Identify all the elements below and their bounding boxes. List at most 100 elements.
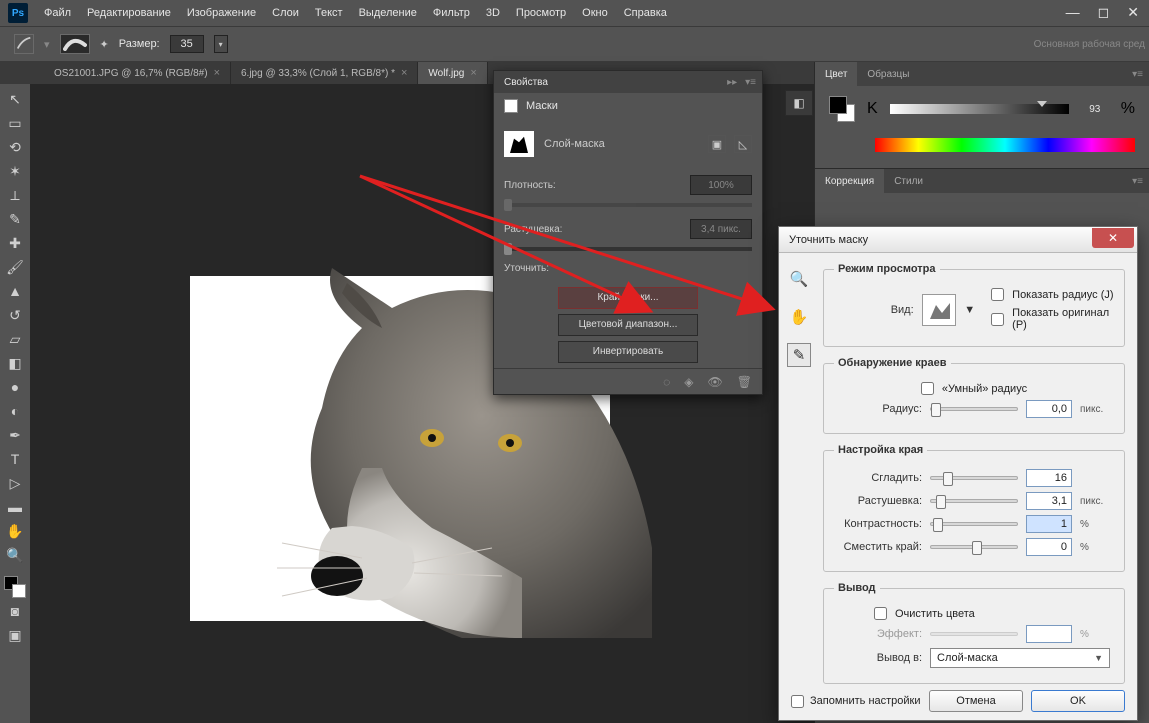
brush-tool-icon[interactable]: 🖌 (4, 256, 26, 278)
menu-type[interactable]: Текст (315, 7, 343, 19)
fg-bg-swatch[interactable] (829, 96, 855, 122)
tab-close-icon[interactable]: × (470, 67, 476, 79)
density-slider[interactable] (504, 203, 752, 207)
load-selection-icon[interactable]: ◌ (663, 375, 670, 389)
output-to-select[interactable]: Слой-маска (930, 648, 1110, 668)
size-dropdown-icon[interactable]: ▾ (214, 35, 228, 53)
size-input[interactable]: 35 (170, 35, 204, 53)
feather-slider[interactable] (504, 247, 752, 251)
minimize-icon[interactable]: — (1066, 4, 1080, 21)
view-dropdown-icon[interactable]: ▼ (964, 304, 975, 316)
panel-menu-icon[interactable]: ▾≡ (1132, 176, 1143, 187)
menu-edit[interactable]: Редактирование (87, 7, 171, 19)
ok-button[interactable]: OK (1031, 690, 1125, 712)
tab-color[interactable]: Цвет (815, 62, 857, 86)
color-range-button[interactable]: Цветовой диапазон... (558, 314, 698, 336)
path-select-tool-icon[interactable]: ▷ (4, 472, 26, 494)
refine-radius-tool-icon[interactable]: ✎ (787, 343, 811, 367)
dialog-close-button[interactable]: ✕ (1092, 228, 1134, 248)
move-tool-icon[interactable]: ↖ (4, 88, 26, 110)
shift-slider[interactable] (930, 545, 1018, 549)
close-icon[interactable]: ✕ (1127, 4, 1139, 21)
smooth-input[interactable]: 16 (1026, 469, 1072, 487)
healing-tool-icon[interactable]: ✚ (4, 232, 26, 254)
tool-preset-icon[interactable] (14, 34, 34, 54)
stamp-tool-icon[interactable]: ▲ (4, 280, 26, 302)
pixel-mask-icon[interactable]: ▣ (708, 135, 726, 153)
menu-filter[interactable]: Фильтр (433, 7, 470, 19)
k-slider[interactable] (890, 104, 1069, 114)
menu-help[interactable]: Справка (624, 7, 667, 19)
feather-slider[interactable] (930, 499, 1018, 503)
shape-tool-icon[interactable]: ▬ (4, 496, 26, 518)
panel-menu-icon[interactable]: ▾≡ (1132, 69, 1143, 80)
radius-input[interactable]: 0,0 (1026, 400, 1072, 418)
color-spectrum[interactable] (875, 138, 1135, 152)
hand-tool-icon[interactable]: ✋ (787, 305, 811, 329)
smooth-slider[interactable] (930, 476, 1018, 480)
panel-collapse-icon[interactable]: ◧ (785, 90, 813, 116)
hand-tool-icon[interactable]: ✋ (4, 520, 26, 542)
contrast-input[interactable]: 1 (1026, 515, 1072, 533)
feather-input[interactable]: 3,1 (1026, 492, 1072, 510)
pen-tool-icon[interactable]: ✒ (4, 424, 26, 446)
eyedropper-tool-icon[interactable]: ✎ (4, 208, 26, 230)
tab-styles[interactable]: Стили (884, 169, 933, 193)
blur-tool-icon[interactable]: ● (4, 376, 26, 398)
zoom-tool-icon[interactable]: 🔍 (4, 544, 26, 566)
menu-file[interactable]: Файл (44, 7, 71, 19)
show-original-checkbox[interactable] (991, 313, 1004, 326)
smart-radius-checkbox[interactable] (921, 382, 934, 395)
tab-doc-3[interactable]: Wolf.jpg× (418, 62, 487, 84)
feather-value[interactable]: 3,4 пикс. (690, 219, 752, 239)
tab-doc-2[interactable]: 6.jpg @ 33,3% (Слой 1, RGB/8*) *× (231, 62, 418, 84)
menu-view[interactable]: Просмотр (516, 7, 566, 19)
tab-swatches[interactable]: Образцы (857, 62, 919, 86)
zoom-tool-icon[interactable]: 🔍 (787, 267, 811, 291)
delete-mask-icon[interactable]: 🗑 (737, 375, 752, 389)
marquee-tool-icon[interactable]: ▭ (4, 112, 26, 134)
disable-mask-icon[interactable]: 👁 (708, 375, 723, 389)
workspace-label[interactable]: Основная рабочая сред (1034, 39, 1145, 50)
menu-layer[interactable]: Слои (272, 7, 299, 19)
type-tool-icon[interactable]: T (4, 448, 26, 470)
decontaminate-checkbox[interactable] (874, 607, 887, 620)
k-value[interactable]: 93 (1081, 104, 1109, 115)
dodge-tool-icon[interactable]: ◐ (4, 400, 26, 422)
quickmask-icon[interactable]: ◙ (4, 600, 26, 622)
remember-checkbox[interactable] (791, 695, 804, 708)
menu-select[interactable]: Выделение (359, 7, 417, 19)
density-value[interactable]: 100% (690, 175, 752, 195)
cancel-button[interactable]: Отмена (929, 690, 1023, 712)
menu-window[interactable]: Окно (582, 7, 608, 19)
radius-slider[interactable] (930, 407, 1018, 411)
contrast-slider[interactable] (930, 522, 1018, 526)
eraser-tool-icon[interactable]: ▱ (4, 328, 26, 350)
gradient-tool-icon[interactable]: ◧ (4, 352, 26, 374)
menu-image[interactable]: Изображение (187, 7, 256, 19)
tab-doc-1[interactable]: OS21001.JPG @ 16,7% (RGB/8#)× (44, 62, 231, 84)
brush-options-icon[interactable]: ✦ (100, 38, 109, 51)
view-thumbnail[interactable] (922, 294, 957, 326)
mask-edge-button[interactable]: Край маски... (558, 287, 698, 309)
lasso-tool-icon[interactable]: ⟲ (4, 136, 26, 158)
color-swatches[interactable] (4, 576, 26, 598)
tab-close-icon[interactable]: × (214, 67, 220, 79)
history-brush-tool-icon[interactable]: ↺ (4, 304, 26, 326)
vector-mask-icon[interactable]: ◺ (734, 135, 752, 153)
apply-mask-icon[interactable]: ◈ (684, 375, 693, 389)
show-radius-checkbox[interactable] (991, 288, 1004, 301)
screenmode-icon[interactable]: ▣ (4, 624, 26, 646)
invert-button[interactable]: Инвертировать (558, 341, 698, 363)
shift-input[interactable]: 0 (1026, 538, 1072, 556)
menu-3d[interactable]: 3D (486, 7, 500, 19)
crop-tool-icon[interactable]: ⟂ (4, 184, 26, 206)
panel-menu-icon[interactable]: ▾≡ (745, 77, 756, 88)
magic-wand-tool-icon[interactable]: ✶ (4, 160, 26, 182)
collapse-icon[interactable]: ▸▸ (727, 77, 737, 88)
brush-preview-icon[interactable] (60, 34, 90, 54)
mask-thumbnail[interactable] (504, 131, 534, 157)
maximize-icon[interactable]: ◻ (1098, 4, 1110, 21)
tab-close-icon[interactable]: × (401, 67, 407, 79)
tab-adjustments[interactable]: Коррекция (815, 169, 884, 193)
